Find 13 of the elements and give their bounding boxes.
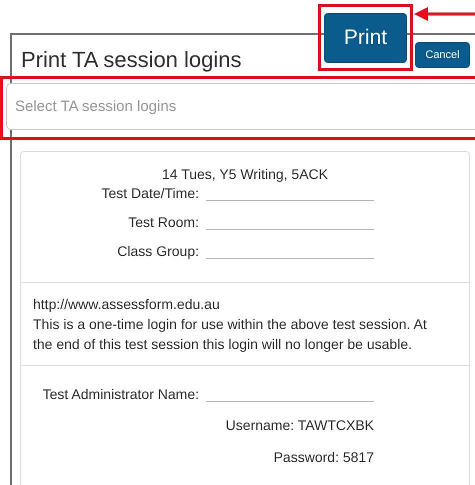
password-text: Password: 5817 — [272, 448, 374, 466]
username-text: Username: TAWTCXBK — [224, 416, 374, 434]
field-label: Test Date/Time: — [100, 184, 199, 202]
cancel-button[interactable]: Cancel — [415, 42, 470, 68]
select-field[interactable]: Select TA session logins — [6, 83, 475, 130]
session-heading: 14 Tues, Y5 Writing, 5ACK — [160, 166, 329, 182]
print-button[interactable]: Print — [324, 13, 407, 63]
dialog-title: Print TA session logins — [21, 47, 242, 73]
url-text: http://www.assessform.edu.au — [33, 295, 221, 314]
field-label: Test Room: — [127, 213, 199, 231]
field-label: Class Group: — [116, 242, 199, 260]
note-text: This is a one-time login for use within the above test session. At the end of this test session this login will no longer be usable. — [33, 315, 428, 354]
field-label: Test Administrator Name: — [42, 385, 199, 403]
